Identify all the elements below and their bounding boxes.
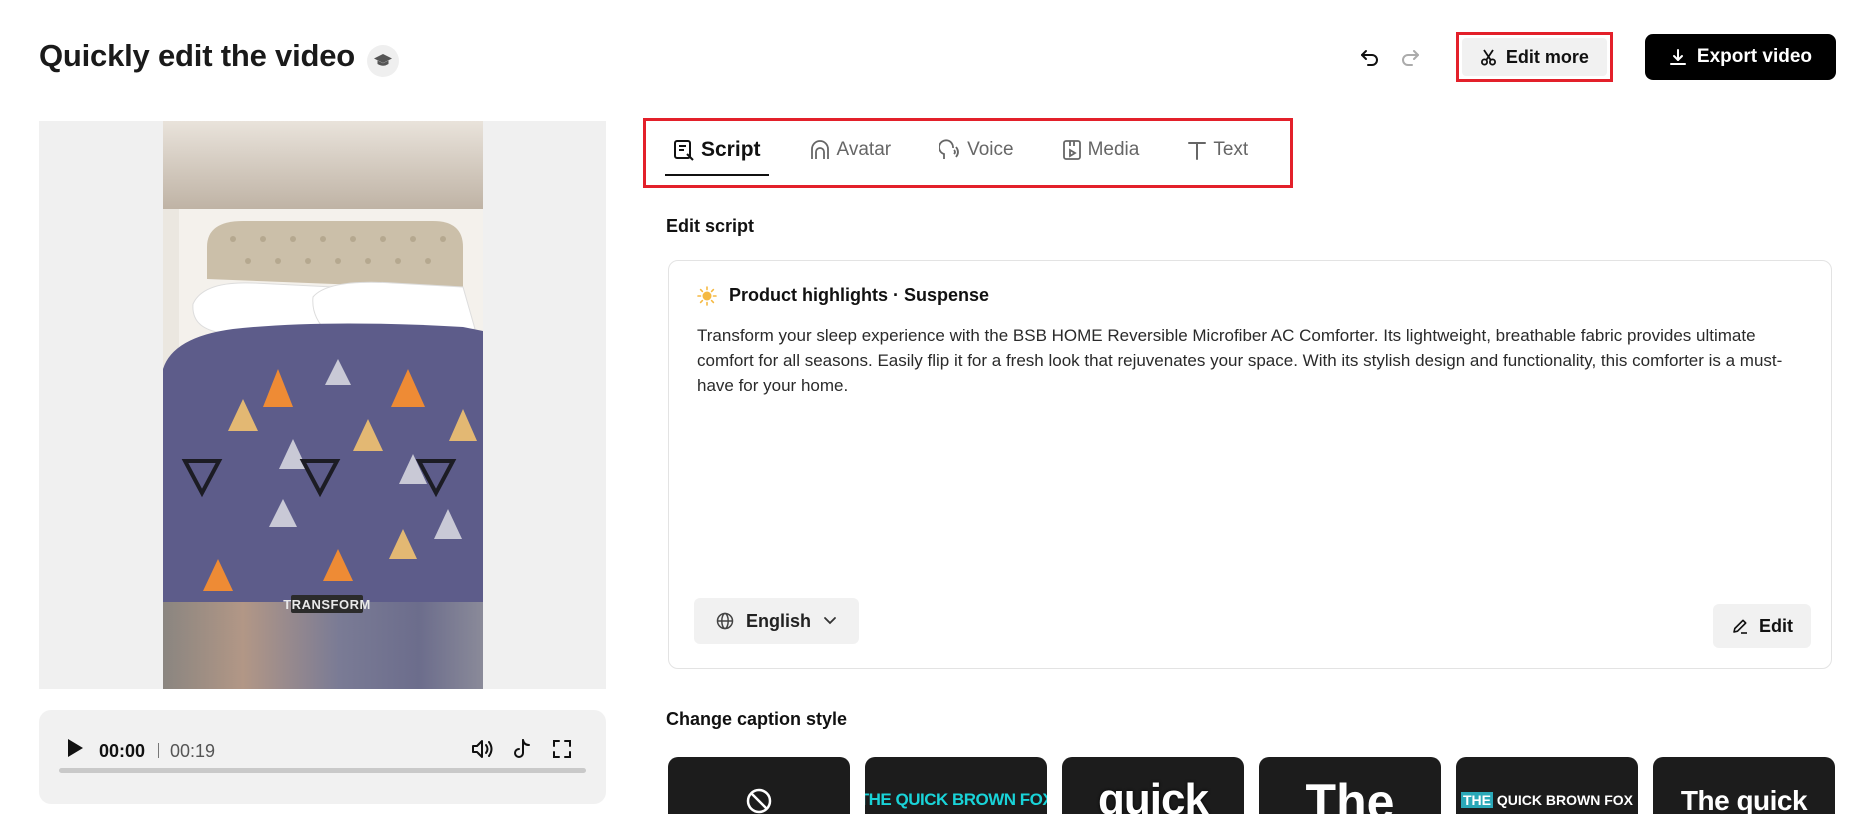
globe-icon [716, 612, 734, 630]
total-time: 00:19 [170, 741, 216, 761]
volume-icon [472, 740, 493, 758]
undo-icon [1360, 50, 1378, 66]
play-icon [68, 739, 83, 757]
edit-script-label: Edit script [666, 216, 755, 236]
edit-script-label: Edit [1759, 615, 1793, 636]
graduation-cap-icon[interactable] [367, 45, 399, 77]
export-video-label: Export video [1696, 46, 1812, 67]
tab-avatar[interactable]: Avatar [801, 124, 900, 176]
edit-script-button[interactable]: Edit [1713, 604, 1811, 648]
scissors-icon [1480, 49, 1496, 66]
voice-icon [939, 139, 959, 159]
script-icon [674, 140, 694, 161]
fullscreen-icon [553, 740, 571, 758]
media-icon [1062, 140, 1081, 160]
caption-style-list: THE QUICK BROWN FOX quick The THE QUICK … [668, 757, 1835, 814]
caption-style-none[interactable] [668, 757, 850, 814]
header-actions: Edit more Export video [1350, 32, 1836, 82]
edit-more-button[interactable]: Edit more [1461, 38, 1607, 76]
avatar-icon [810, 140, 829, 159]
none-icon [746, 788, 772, 814]
script-heading: Product highlights · Suspense [697, 285, 989, 306]
sun-icon [697, 285, 717, 306]
volume-button[interactable] [465, 732, 499, 766]
export-video-button[interactable]: Export video [1644, 34, 1836, 80]
pencil-icon [1733, 619, 1747, 634]
caption-style-quick[interactable]: quick [1062, 757, 1244, 814]
tab-script[interactable]: Script [665, 124, 769, 176]
video-caption-overlay: TRANSFORM [283, 595, 371, 613]
script-card: Product highlights · Suspense Transform … [668, 260, 1832, 669]
caption-style-label: Change caption style [666, 709, 848, 729]
download-icon [1669, 49, 1686, 65]
redo-button[interactable] [1390, 37, 1430, 77]
undo-button[interactable] [1350, 37, 1390, 77]
bed-comforter-image [163, 209, 483, 602]
tiktok-icon [514, 739, 530, 758]
editor-tabs: Script Avatar Voice Media Text [665, 124, 1288, 176]
caption-style-the-quick[interactable]: The quick [1653, 757, 1835, 814]
redo-icon [1401, 50, 1419, 66]
progress-bar[interactable] [59, 768, 586, 773]
tab-text[interactable]: Text [1179, 124, 1256, 176]
script-text[interactable]: Transform your sleep experience with the… [697, 323, 1802, 398]
script-title: Product highlights · Suspense [729, 285, 990, 305]
caption-style-teal[interactable]: THE QUICK BROWN FOX [865, 757, 1047, 814]
video-frame: TRANSFORM [163, 121, 483, 689]
fullscreen-button[interactable] [545, 732, 579, 766]
current-time: 00:00 [99, 741, 146, 761]
language-select[interactable]: English [694, 598, 860, 644]
language-value: English [746, 610, 812, 631]
tab-media[interactable]: Media [1054, 124, 1148, 176]
video-preview[interactable]: TRANSFORM [39, 121, 606, 689]
page-title: Quickly edit the video [39, 38, 356, 73]
caption-style-highlight[interactable]: THE QUICK BROWN FOX [1456, 757, 1638, 814]
tab-voice[interactable]: Voice [931, 124, 1021, 176]
play-button[interactable] [57, 730, 93, 766]
caption-style-the[interactable]: The [1259, 757, 1441, 814]
tiktok-button[interactable] [505, 732, 539, 766]
video-player-controls: 00:00 00:19 [39, 710, 606, 804]
text-icon [1188, 142, 1207, 160]
chevron-down-icon [824, 617, 836, 625]
edit-more-highlight: Edit more [1455, 32, 1613, 82]
edit-more-label: Edit more [1505, 46, 1589, 67]
